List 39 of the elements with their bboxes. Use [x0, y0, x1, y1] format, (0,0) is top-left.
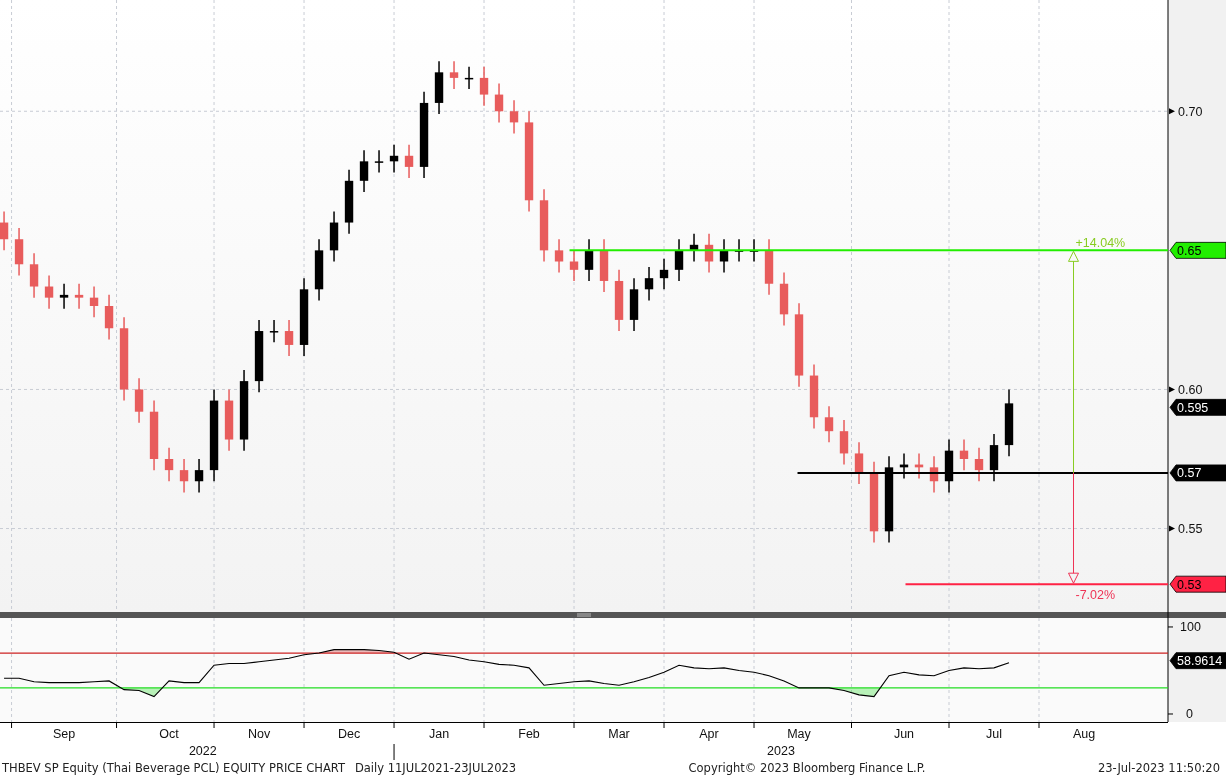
axis-tick-label: 0.55 — [1169, 522, 1203, 537]
month-label: Mar — [608, 727, 630, 741]
percent-change-label: -7.02% — [1075, 588, 1116, 603]
timestamp: 23-Jul-2023 11:50:20 — [1097, 761, 1220, 775]
axis-tick-label: 0 — [1167, 707, 1193, 722]
ref-line-label: 0.65 — [1177, 243, 1202, 258]
month-label: Aug — [1072, 727, 1096, 741]
month-label: Oct — [159, 727, 179, 741]
price-level-tag: 0.53 — [1169, 575, 1226, 593]
date-range: Daily 11JUL2021-23JUL2023 — [354, 761, 517, 775]
last-price-tag: 0.595 — [1169, 398, 1226, 416]
month-label: Jan — [428, 727, 450, 741]
month-label: May — [787, 727, 811, 741]
chart-title: THBEV SP Equity (Thai Beverage PCL) EQUITY PRICE CHART — [2, 761, 345, 775]
price-level-tag: 0.65 — [1169, 241, 1226, 259]
axis-tick-label: 100 — [1167, 620, 1201, 635]
year-label: 2023 — [767, 744, 795, 758]
ref-line-label: 0.57 — [1177, 466, 1202, 481]
percent-change-label: +14.04% — [1075, 236, 1126, 251]
y-tick-label: 0.70 — [1178, 104, 1203, 119]
y-tick-label: 0.60 — [1178, 382, 1203, 397]
month-label: Feb — [518, 727, 540, 741]
month-label: Nov — [247, 727, 271, 741]
copyright-text: Copyright© 2023 Bloomberg Finance L.P. — [687, 761, 927, 775]
month-label: Apr — [699, 727, 719, 741]
month-label: Dec — [337, 727, 361, 741]
month-label: Jul — [986, 727, 1002, 741]
y-tick-label: 0.55 — [1178, 522, 1203, 537]
axis-tick-label: 0.70 — [1169, 104, 1203, 119]
last-value-tag: 58.9614 — [1169, 652, 1226, 670]
resize-handle-icon[interactable] — [576, 613, 592, 617]
month-label: Jun — [893, 727, 915, 741]
ref-line-label: 0.53 — [1177, 577, 1202, 592]
month-label: Sep — [52, 727, 76, 741]
price-level-tag: 0.57 — [1169, 464, 1226, 482]
y-tick-label: 0 — [1186, 707, 1193, 722]
y-tick-label: 100 — [1180, 620, 1201, 635]
year-label: 2022 — [188, 744, 217, 758]
axis-tick-label: 0.60 — [1169, 382, 1203, 397]
